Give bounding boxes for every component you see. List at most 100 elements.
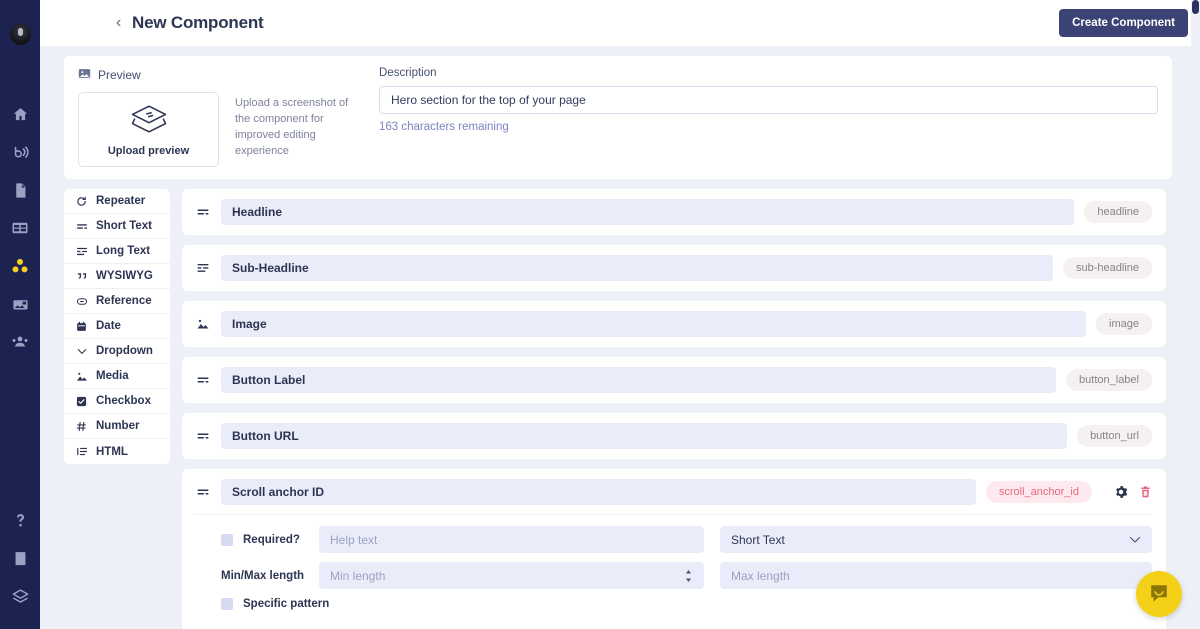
field-name-input[interactable] xyxy=(221,479,976,505)
chevron-down-icon xyxy=(75,346,88,357)
field-slug-badge: headline xyxy=(1084,201,1152,223)
field-slug-badge: sub-headline xyxy=(1063,257,1152,279)
quote-icon xyxy=(75,271,88,282)
vertical-scrollbar[interactable] xyxy=(1191,0,1200,629)
layers-icon[interactable] xyxy=(1,577,39,615)
short-text-icon xyxy=(75,221,88,232)
min-length-input[interactable] xyxy=(319,562,704,589)
field-name-input[interactable] xyxy=(221,255,1053,281)
field-slug-badge: button_url xyxy=(1077,425,1152,447)
trash-icon[interactable] xyxy=(1139,485,1152,499)
field-row-expanded: scroll_anchor_id xyxy=(182,469,1166,629)
field-type-html[interactable]: HTML xyxy=(64,439,170,464)
repeater-icon xyxy=(75,196,88,207)
upload-preview-dropzone[interactable]: Upload preview xyxy=(78,92,219,167)
page-header: ‹ New Component Create Component xyxy=(40,0,1200,46)
field-row-inner: headline xyxy=(194,199,1152,225)
image-icon xyxy=(75,371,88,382)
field-type-label: Media xyxy=(96,370,129,382)
field-type-media[interactable]: Media xyxy=(64,364,170,389)
field-type-select[interactable]: Short Text xyxy=(720,526,1152,553)
settings-row-required: Required? Short Text xyxy=(194,526,1152,553)
table-icon[interactable] xyxy=(1,209,39,247)
max-length-wrap xyxy=(720,562,1152,589)
field-type-label: HTML xyxy=(96,445,128,458)
short-text-icon[interactable] xyxy=(194,374,211,386)
field-name-input[interactable] xyxy=(221,423,1068,449)
field-type-date[interactable]: Date xyxy=(64,314,170,339)
field-type-dropdown[interactable]: Dropdown xyxy=(64,339,170,364)
field-row: sub-headline xyxy=(182,245,1166,291)
scrollbar-thumb[interactable] xyxy=(1192,0,1199,14)
field-row-inner: scroll_anchor_id xyxy=(194,479,1152,505)
rail-bottom-group xyxy=(0,501,40,629)
specific-pattern-label: Specific pattern xyxy=(243,598,330,610)
field-type-select-value: Short Text xyxy=(731,532,785,547)
field-name-input[interactable] xyxy=(221,311,1087,337)
field-type-short-text[interactable]: Short Text xyxy=(64,214,170,239)
field-row: button_label xyxy=(182,357,1166,403)
create-component-button[interactable]: Create Component xyxy=(1059,9,1188,37)
field-name-input[interactable] xyxy=(221,199,1075,225)
preview-section: Preview Upload preview Upload a screensh… xyxy=(78,67,374,167)
user-avatar[interactable] xyxy=(9,24,31,45)
chevron-down-icon xyxy=(1129,533,1141,547)
checkbox-icon xyxy=(75,396,88,407)
preview-description-card: Preview Upload preview Upload a screensh… xyxy=(64,56,1172,179)
required-checkbox[interactable] xyxy=(221,533,233,546)
chat-launcher-button[interactable] xyxy=(1136,571,1182,617)
broadcast-icon[interactable] xyxy=(1,133,39,171)
upload-hint-text: Upload a screenshot of the component for… xyxy=(235,97,349,157)
field-type-label: Short Text xyxy=(96,220,153,232)
link-icon xyxy=(75,296,88,307)
field-row: image xyxy=(182,301,1166,347)
field-name-input[interactable] xyxy=(221,367,1057,393)
preview-heading: Preview xyxy=(78,67,374,83)
preview-body: Upload preview Upload a screenshot of th… xyxy=(78,92,374,167)
field-slug-badge-error: scroll_anchor_id xyxy=(985,481,1092,503)
field-type-reference[interactable]: Reference xyxy=(64,289,170,314)
page-title: New Component xyxy=(132,13,264,32)
field-type-long-text[interactable]: Long Text xyxy=(64,239,170,264)
field-type-label: Number xyxy=(96,420,140,432)
short-text-icon[interactable] xyxy=(194,206,211,218)
help-icon[interactable] xyxy=(1,501,39,539)
field-row-inner: button_label xyxy=(194,367,1152,393)
field-row-inner: sub-headline xyxy=(194,255,1152,281)
back-button[interactable]: ‹ xyxy=(116,15,121,31)
media-library-icon[interactable] xyxy=(1,285,39,323)
hash-icon xyxy=(75,421,88,432)
field-row-inner: button_url xyxy=(194,423,1152,449)
field-type-label: Date xyxy=(96,320,121,332)
field-row-inner: image xyxy=(194,311,1152,337)
chat-bubble-icon xyxy=(1148,582,1170,607)
min-length-wrap xyxy=(319,562,704,589)
short-text-icon[interactable] xyxy=(194,430,211,442)
characters-remaining: 163 characters remaining xyxy=(379,121,509,133)
gear-icon[interactable] xyxy=(1114,485,1128,499)
preview-label: Preview xyxy=(98,68,141,82)
long-text-icon[interactable] xyxy=(194,262,211,274)
description-label: Description xyxy=(379,67,437,79)
upload-preview-label: Upload preview xyxy=(107,144,190,157)
home-icon[interactable] xyxy=(1,95,39,133)
book-icon[interactable] xyxy=(1,539,39,577)
specific-pattern-checkbox[interactable] xyxy=(221,598,233,610)
field-type-checkbox[interactable]: Checkbox xyxy=(64,389,170,414)
field-type-number[interactable]: Number xyxy=(64,414,170,439)
field-type-label: Reference xyxy=(96,295,152,307)
description-input[interactable] xyxy=(379,86,1158,114)
max-length-input[interactable] xyxy=(720,562,1152,589)
components-icon[interactable] xyxy=(1,247,39,285)
settings-row-minmax: Min/Max length xyxy=(194,562,1152,589)
field-type-repeater[interactable]: Repeater xyxy=(64,189,170,214)
field-type-wysiwyg[interactable]: WYSIWYG xyxy=(64,264,170,289)
team-icon[interactable] xyxy=(1,323,39,361)
short-text-icon[interactable] xyxy=(194,486,211,498)
help-text-wrap xyxy=(319,526,704,553)
list-icon xyxy=(75,446,88,457)
required-label-group: Required? xyxy=(194,533,319,546)
help-text-input[interactable] xyxy=(319,526,704,553)
page-icon[interactable] xyxy=(1,171,39,209)
image-icon[interactable] xyxy=(194,318,211,330)
